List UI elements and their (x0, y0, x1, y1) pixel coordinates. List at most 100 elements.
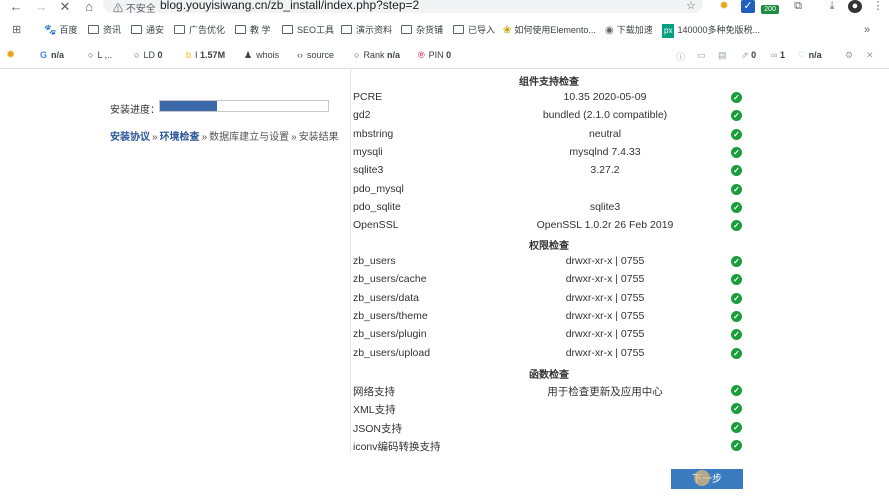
bookmark-download[interactable]: ◉ 下载加速 (605, 23, 653, 37)
check-ok-icon: ✓ (731, 92, 742, 103)
seo-heart[interactable]: ♡ n/a (798, 50, 822, 61)
seo-l-label: L (97, 50, 103, 60)
close-icon[interactable]: ✕ (57, 0, 73, 14)
seo-google-index[interactable]: Gn/a (40, 50, 64, 60)
bookmark-folder[interactable]: SEO工具 (282, 23, 334, 37)
check-item-name: gd2 (353, 109, 371, 122)
seo-g-label: G (40, 50, 48, 60)
bookmark-folder[interactable]: 演示资料 (341, 23, 392, 37)
check-item-name: zb_users/plugin (353, 328, 427, 341)
bookmark-folder[interactable]: 通安 (131, 23, 164, 37)
check-item-name: 网络支持 (353, 386, 395, 398)
folder-icon (282, 25, 293, 34)
bookmark-baidu[interactable]: 🐾 百度 (44, 23, 77, 37)
check-item-name: iconv编码转换支持 (353, 440, 441, 453)
check-ok-icon: ✓ (731, 439, 742, 451)
back-icon[interactable]: ← (8, 0, 24, 14)
seo-external-links[interactable]: ⇗ 0 (741, 50, 756, 61)
check-row: 网络支持 用于检查更新及应用中心 ✓ (350, 382, 748, 400)
monitor-icon[interactable]: ▭ (697, 50, 706, 61)
forward-icon[interactable]: → (33, 0, 49, 14)
step-agreement: 安装协议 (110, 132, 150, 143)
check-ok-icon: ✓ (731, 220, 742, 232)
check-row: pdo_sqlite sqlite3 ✓ (350, 199, 748, 217)
check-item-value: sqlite3 (589, 200, 621, 213)
seo-toolbar: ✹ Gn/a ○ L ,.. ○ LD 0 bI 1.57M ♟ whois ‹› so… (0, 44, 889, 69)
check-item-name: zb_users/theme (353, 309, 428, 322)
bookmark-label: 140000多种免版税... (677, 25, 760, 35)
apps-icon[interactable]: ⊞ (12, 23, 21, 37)
settings-icon[interactable]: ⚙ (845, 50, 853, 61)
seo-internal-links[interactable]: ∞ 1 (771, 50, 785, 60)
bing-icon: b (186, 50, 192, 60)
url-text[interactable]: blog.youyisiwang.cn/zb_install/index.php… (160, 0, 419, 12)
extension-gear-icon[interactable]: ✹ (717, 0, 731, 13)
check-item-value: 用于检查更新及应用中心 (547, 386, 663, 398)
bookmark-label: 通安 (146, 25, 165, 35)
mouse-cursor-highlight (694, 470, 710, 486)
check-item-name: pdo_mysql (353, 182, 404, 195)
circle-icon: ○ (354, 50, 360, 60)
bookmark-elementor[interactable]: ❀ 如何使用Elemento... (503, 23, 596, 37)
check-row: gd2 bundled (2.1.0 compatible) ✓ (350, 107, 748, 125)
seo-ld[interactable]: ○ LD 0 (134, 50, 162, 60)
chevron-right-icon[interactable]: » (864, 23, 870, 37)
star-icon[interactable]: ☆ (684, 0, 698, 13)
seo-whois[interactable]: ♟ whois (244, 50, 279, 61)
seo-ld-label: LD (143, 50, 155, 60)
check-row: PCRE 10.35 2020-05-09 ✓ (350, 89, 748, 107)
seo-pin[interactable]: ℗ PIN 0 (418, 50, 451, 60)
home-icon[interactable]: ⌂ (81, 0, 97, 14)
info-icon[interactable]: ⓘ (676, 50, 685, 63)
step-environment: 环境检查 (159, 132, 200, 143)
folder-icon (453, 25, 464, 34)
check-item-name: OpenSSL (353, 219, 399, 232)
extension-check-icon[interactable]: ✓ (741, 0, 755, 13)
seo-gear-icon[interactable]: ✹ (6, 48, 15, 61)
security-warning[interactable]: ⚠ 不安全 (113, 0, 156, 15)
check-item-value: 10.35 2020-05-09 (563, 91, 647, 103)
seo-l-value: ,.. (104, 50, 113, 60)
bookmark-label: SEO工具 (297, 25, 335, 35)
check-item-name: zb_users/upload (353, 346, 431, 359)
external-link-icon: ⇗ (741, 50, 749, 60)
avatar[interactable]: ● (848, 0, 862, 13)
step-separator: » (291, 132, 297, 143)
bookmark-folder[interactable]: 杂货铺 (401, 23, 443, 37)
check-item-value: drwxr-xr-x | 0755 (565, 309, 645, 322)
check-ok-icon: ✓ (731, 274, 742, 286)
download-icon[interactable]: ⤓ (825, 0, 839, 13)
seo-links[interactable]: ○ L ,.. (88, 50, 112, 60)
address-bar[interactable]: ⚠ 不安全 blog.youyisiwang.cn/zb_install/ind… (103, 0, 703, 15)
bookmark-folder[interactable]: 广告优化 (174, 23, 225, 37)
check-row: JSON支持 ✓ (350, 419, 748, 437)
install-steps-breadcrumb: 安装协议» 环境检查» 数据库建立与设置» 安装结果 (110, 128, 339, 143)
bookmark-folder[interactable]: 资讯 (88, 23, 121, 37)
bookmark-pexels[interactable]: px 140000多种免版税... (662, 23, 760, 38)
check-ok-icon: ✓ (731, 165, 742, 177)
check-row: OpenSSL OpenSSL 1.0.2r 26 Feb 2019 ✓ (350, 217, 748, 235)
doc-icon[interactable]: ▤ (718, 50, 727, 61)
check-item-name: JSON支持 (353, 422, 403, 435)
check-item-value: 3.27.2 (590, 164, 620, 177)
seo-pin-value: 0 (446, 50, 452, 60)
bookmark-folder[interactable]: 教 学 (235, 23, 271, 37)
code-icon: ‹› (297, 50, 303, 60)
security-label: 不安全 (125, 4, 156, 15)
progress-bar (159, 100, 329, 112)
extensions-puzzle-icon[interactable]: ⧉ (791, 0, 805, 13)
check-ok-icon: ✓ (731, 403, 742, 415)
seo-r3-value: n/a (808, 50, 822, 60)
close-toolbar-icon[interactable]: ✕ (866, 50, 874, 61)
bookmark-label: 如何使用Elemento... (514, 25, 596, 35)
seo-index[interactable]: bI 1.57M (186, 50, 225, 60)
seo-source[interactable]: ‹› source (297, 50, 334, 60)
check-row: zb_users/plugin drwxr-xr-x | 0755 ✓ (350, 326, 748, 344)
folder-icon (235, 25, 246, 34)
bookmark-folder[interactable]: 已导入 (453, 23, 495, 37)
seo-pin-label: PIN (428, 50, 444, 60)
menu-icon[interactable]: ⋮ (871, 0, 885, 13)
circle-icon: ○ (134, 50, 140, 60)
section-title: 函数检查 (529, 370, 569, 381)
seo-rank[interactable]: ○ Rank n/a (354, 50, 400, 60)
